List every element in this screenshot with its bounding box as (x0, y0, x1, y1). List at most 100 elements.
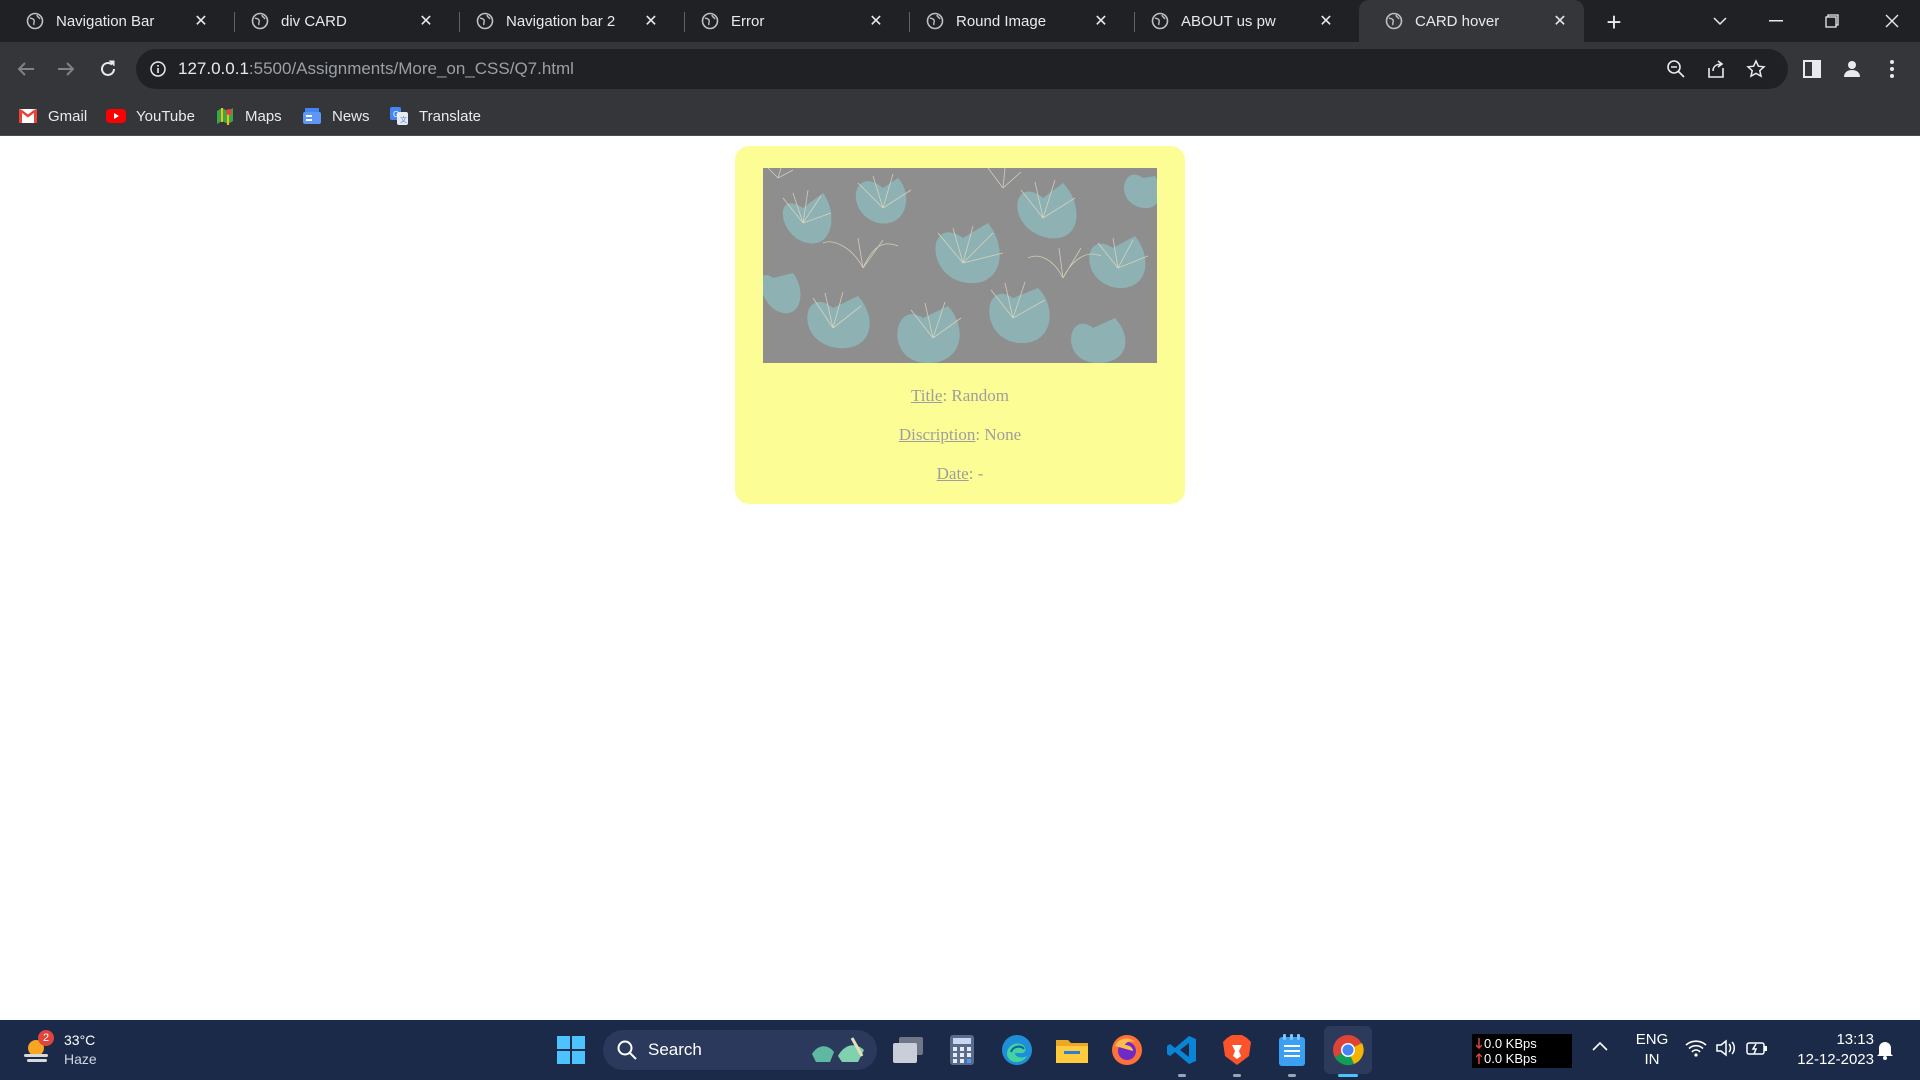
youtube-icon (106, 107, 126, 125)
tab-close-icon[interactable]: ✕ (1089, 9, 1113, 33)
active-indicator (1338, 1074, 1358, 1077)
tab-label: Navigation bar 2 (506, 12, 616, 30)
svg-text:G: G (393, 110, 399, 119)
url-host: 127.0.0.1 (178, 59, 249, 78)
calculator-icon[interactable] (938, 1026, 986, 1074)
vscode-icon[interactable] (1158, 1026, 1206, 1074)
tab-round-image[interactable]: Round Image ✕ (900, 0, 1125, 42)
back-arrow-icon[interactable] (10, 53, 42, 85)
bookmark-label: News (332, 107, 370, 125)
bookmark-label: Maps (245, 107, 282, 125)
weather-badge: 2 (38, 1030, 54, 1046)
tab-card-hover[interactable]: CARD hover ✕ (1359, 0, 1584, 42)
bookmark-label: Translate (419, 107, 481, 125)
bookmark-label: Gmail (48, 107, 88, 125)
brave-icon[interactable] (1213, 1026, 1261, 1074)
bookmark-gmail[interactable]: Gmail (18, 104, 87, 128)
tab-label: Round Image (956, 12, 1047, 30)
tab-close-icon[interactable]: ✕ (414, 9, 438, 33)
new-tab-button[interactable]: + (1598, 6, 1630, 38)
net-down: 0.0 KBps (1484, 1036, 1537, 1051)
tab-error[interactable]: Error ✕ (675, 0, 900, 42)
file-explorer-icon[interactable] (1048, 1026, 1096, 1074)
search-label: Search (648, 1040, 702, 1059)
firefox-icon[interactable] (1103, 1026, 1151, 1074)
card-date-value: : - (968, 464, 984, 483)
tab-close-icon[interactable]: ✕ (864, 9, 888, 33)
card-date-label: Date (936, 464, 969, 483)
tab-close-icon[interactable]: ✕ (1548, 9, 1572, 33)
taskbar: 2 33°C Haze Search 0.0 KBps 0.0 KBps ENG… (0, 1020, 1920, 1080)
chevron-up-icon[interactable] (1592, 1038, 1616, 1062)
page-viewport: Title: Random Discription: None Date: - (0, 136, 1920, 1020)
tab-label: div CARD (281, 12, 347, 30)
globe-icon (701, 12, 719, 30)
start-button[interactable] (547, 1026, 595, 1074)
globe-icon (926, 12, 944, 30)
weather-desc: Haze (64, 1051, 97, 1067)
tab-div-card[interactable]: div CARD ✕ (225, 0, 450, 42)
side-panel-icon[interactable] (1796, 53, 1828, 85)
ginkgo-leaf-pattern-image (763, 168, 1157, 363)
weather-temp: 33°C (64, 1032, 96, 1048)
tab-navigation-bar[interactable]: Navigation Bar ✕ (0, 0, 225, 42)
globe-icon (251, 12, 269, 30)
language-top[interactable]: ENG (1630, 1031, 1674, 1048)
svg-text:文: 文 (400, 115, 407, 124)
gmail-icon (18, 107, 38, 125)
bookmark-youtube[interactable]: YouTube (106, 104, 195, 128)
address-bar[interactable]: 127.0.0.1:5500/Assignments/More_on_CSS/Q… (136, 49, 1788, 89)
search-highlight-illustration (812, 1037, 864, 1062)
wifi-icon[interactable] (1685, 1039, 1707, 1062)
news-icon (302, 107, 322, 125)
browser-window: Navigation Bar ✕ div CARD ✕ Navigation b… (0, 0, 1920, 1020)
clock-time[interactable]: 13:13 (1780, 1031, 1874, 1048)
minimize-icon[interactable] (1748, 0, 1804, 42)
bookmark-maps[interactable]: Maps (215, 104, 282, 128)
language-bottom[interactable]: IN (1630, 1051, 1674, 1068)
network-arrows-icon (1476, 1038, 1482, 1064)
tab-search-chevron-icon[interactable] (1692, 0, 1748, 42)
url-path: :5500/Assignments/More_on_CSS/Q7.html (248, 59, 574, 78)
tab-label: ABOUT us pw (1181, 12, 1276, 30)
notepad-icon[interactable] (1268, 1026, 1316, 1074)
card-description-label: Discription (898, 425, 976, 444)
close-window-icon[interactable] (1864, 0, 1920, 42)
bookmark-translate[interactable]: G文 Translate (389, 104, 481, 128)
share-icon[interactable] (1706, 59, 1726, 79)
card-description-line: Discription: None (735, 425, 1185, 445)
chrome-icon[interactable] (1324, 1026, 1372, 1074)
running-indicator (1288, 1074, 1296, 1077)
tab-navigation-bar-2[interactable]: Navigation bar 2 ✕ (450, 0, 675, 42)
task-view-icon[interactable] (884, 1026, 932, 1074)
site-info-icon[interactable] (150, 61, 166, 77)
clock-date[interactable]: 12-12-2023 (1780, 1051, 1874, 1068)
bookmark-star-icon[interactable] (1746, 59, 1766, 79)
tab-close-icon[interactable]: ✕ (189, 9, 213, 33)
tab-close-icon[interactable]: ✕ (1314, 9, 1338, 33)
volume-icon[interactable] (1716, 1039, 1736, 1062)
weather-widget[interactable]: 2 33°C Haze (20, 1030, 140, 1070)
zoom-icon[interactable] (1666, 59, 1686, 79)
profile-icon[interactable] (1836, 53, 1868, 85)
restore-icon[interactable] (1804, 0, 1860, 42)
tab-label: Error (731, 12, 765, 30)
edge-icon[interactable] (993, 1026, 1041, 1074)
tab-close-icon[interactable]: ✕ (639, 9, 663, 33)
url-text[interactable]: 127.0.0.1:5500/Assignments/More_on_CSS/Q… (178, 59, 574, 79)
taskbar-search[interactable]: Search (603, 1030, 877, 1070)
card-title-value: : Random (942, 386, 1010, 405)
notification-bell-icon[interactable] (1876, 1040, 1894, 1065)
tab-strip: Navigation Bar ✕ div CARD ✕ Navigation b… (0, 0, 1920, 42)
windows-icon (557, 1036, 585, 1064)
battery-charging-icon[interactable] (1746, 1040, 1768, 1061)
card[interactable]: Title: Random Discription: None Date: - (735, 146, 1185, 504)
globe-icon (476, 12, 494, 30)
card-title-label: Title (910, 386, 943, 405)
bookmark-news[interactable]: News (302, 104, 370, 128)
network-monitor: 0.0 KBps 0.0 KBps (1472, 1034, 1572, 1068)
menu-kebab-icon[interactable] (1876, 53, 1908, 85)
tab-about-us-pw[interactable]: ABOUT us pw ✕ (1125, 0, 1350, 42)
reload-icon[interactable] (92, 53, 124, 85)
forward-arrow-icon[interactable] (50, 53, 82, 85)
